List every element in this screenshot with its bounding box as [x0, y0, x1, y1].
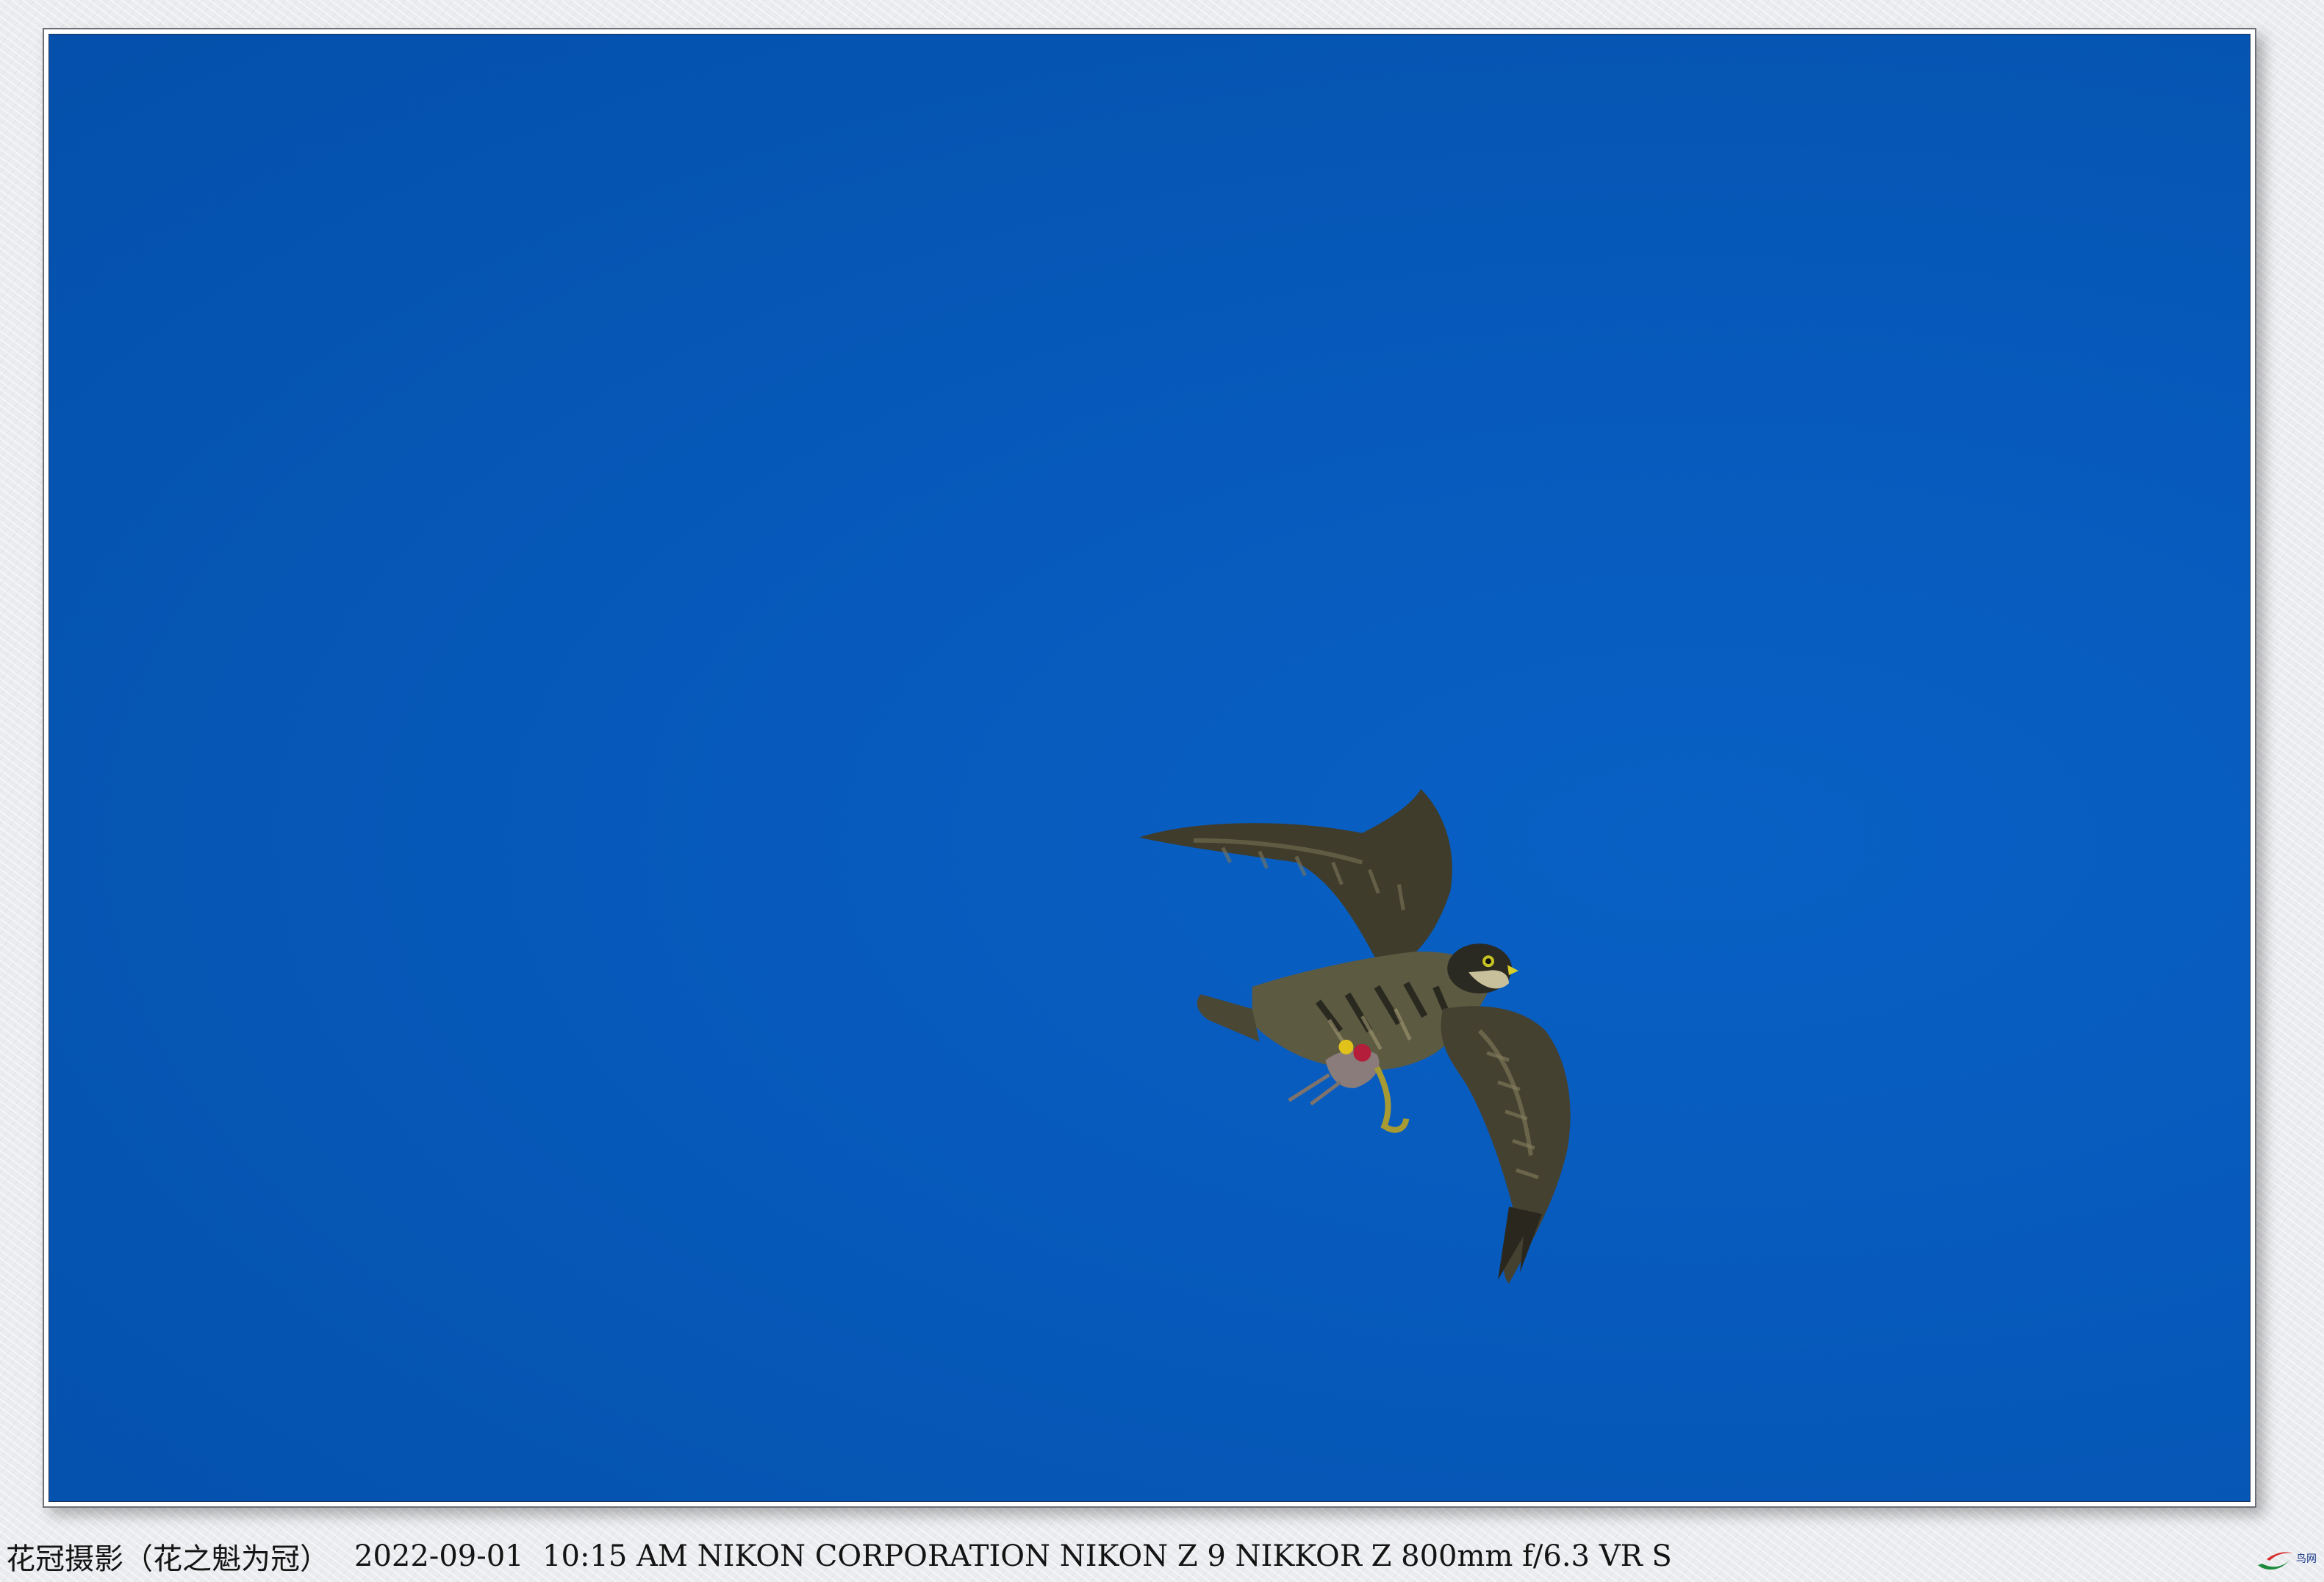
- falcon-tail: [1197, 994, 1260, 1042]
- falcon-illustration: [1139, 788, 1571, 1284]
- swoosh-logo-icon: 鸟网: [2252, 1543, 2320, 1577]
- photo-mount: [43, 28, 2256, 1508]
- caption-author: 花冠摄影（花之魁为冠）: [6, 1542, 329, 1576]
- caption-bar: 花冠摄影（花之魁为冠） 2022-09-01 10:15 AM NIKON CO…: [6, 1534, 1672, 1578]
- site-logo-text: 鸟网: [2296, 1553, 2317, 1565]
- photo: [49, 34, 2251, 1502]
- falcon-upper-wing: [1139, 788, 1452, 974]
- caption-exif: 2022-09-01 10:15 AM NIKON CORPORATION NI…: [354, 1539, 1672, 1573]
